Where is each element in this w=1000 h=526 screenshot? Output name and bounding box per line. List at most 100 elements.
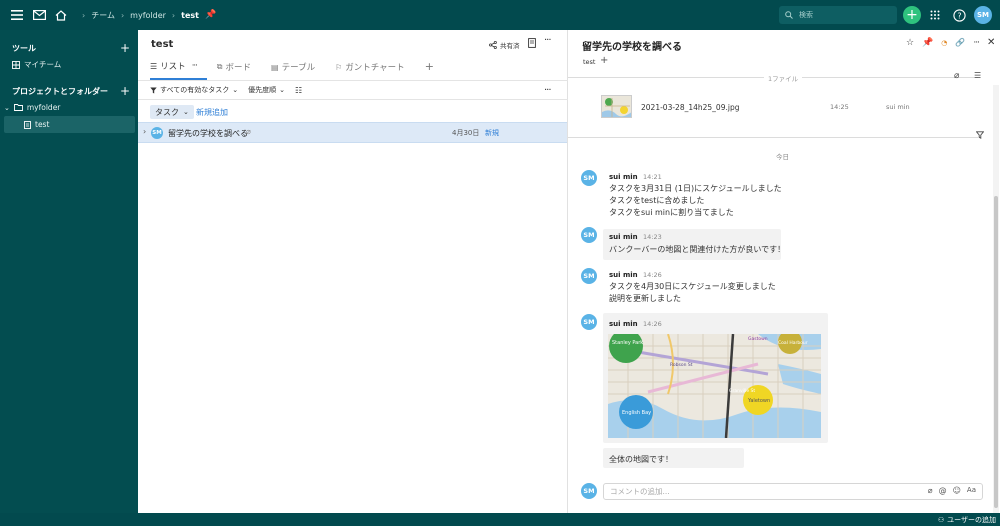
plus-icon: + <box>906 7 918 23</box>
map-label-stanley-park: Stanley Park <box>612 340 643 346</box>
project-icon <box>24 120 31 129</box>
file-thumbnail <box>601 95 632 118</box>
detail-header-actions: ☆ 📌 ◔ 🔗 ··· ✕ <box>906 37 995 48</box>
table-icon: ▤ <box>271 62 279 72</box>
new-task-link[interactable]: 新規追加 <box>196 107 228 118</box>
message-author[interactable]: sui min <box>609 173 638 181</box>
search-icon <box>785 11 793 19</box>
table-row[interactable]: › SM 留学先の学校を調べる ⌀ 4月30日 新規 <box>138 122 567 143</box>
avatar[interactable]: SM <box>581 268 597 284</box>
more-icon[interactable]: ··· <box>544 35 551 46</box>
search-input[interactable]: 検索 <box>779 6 897 24</box>
task-group-button[interactable]: タスク ⌄ <box>150 105 194 119</box>
message-author[interactable]: sui min <box>609 271 638 279</box>
view-tabs: ☰ リスト ··· ⧉ ボード ▤ テーブル ⚐ ガントチャート + <box>150 58 454 80</box>
message-author[interactable]: sui min <box>609 233 638 241</box>
due-date[interactable]: 4月30日 <box>452 128 479 138</box>
sort-label: 優先度順 <box>248 86 277 94</box>
message-line: バンクーバーの地図と関連付けた方が良いです！ <box>609 245 786 254</box>
breadcrumb-project[interactable]: test <box>181 11 199 20</box>
avatar[interactable]: SM <box>581 227 597 243</box>
projects-section-header: プロジェクトとフォルダー + <box>0 84 138 98</box>
attachment-icon: ⌀ <box>246 127 251 136</box>
board-icon: ⧉ <box>216 62 223 71</box>
status-badge[interactable]: 新規 <box>485 128 499 138</box>
task-detail-panel: 留学先の学校を調べる ☆ 📌 ◔ 🔗 ··· ✕ test + 1ファイル ⌀ … <box>568 30 1000 513</box>
sidebar-item-project[interactable]: test <box>4 116 135 133</box>
sidebar-item-label: test <box>35 120 50 129</box>
file-item[interactable]: 2021-03-28_14h25_09.jpg 14:25 sui min <box>601 95 931 120</box>
tab-board[interactable]: ⧉ ボード <box>217 58 261 80</box>
tab-label: テーブル <box>281 63 316 73</box>
scrollbar-thumb[interactable] <box>994 196 998 508</box>
map-label-gastown: Gastown <box>748 336 768 342</box>
breadcrumb-team[interactable]: チーム <box>91 10 115 21</box>
message-line: タスクを4月30日にスケジュール変更しました <box>609 282 776 291</box>
list-view-icon[interactable]: ☰ <box>974 71 981 80</box>
user-avatar[interactable]: SM <box>974 6 992 24</box>
map-image[interactable]: Stanley Park English Bay Robson St Granv… <box>608 334 821 438</box>
sidebar-item-folder[interactable]: ⌄ myfolder <box>4 103 60 112</box>
add-tool-icon[interactable]: + <box>120 41 130 55</box>
tag-chip[interactable]: test <box>583 58 595 66</box>
add-tag-icon[interactable]: + <box>600 55 608 66</box>
tab-options-icon[interactable]: ··· <box>192 61 198 71</box>
avatar[interactable]: SM <box>581 314 597 330</box>
avatar[interactable]: SM <box>581 170 597 186</box>
team-icon <box>12 60 20 69</box>
mail-icon[interactable] <box>28 4 50 26</box>
tab-list[interactable]: ☰ リスト ··· <box>150 58 207 80</box>
map-label-robson-st: Robson St <box>670 362 693 368</box>
add-user-icon[interactable]: ⚇ <box>938 516 944 524</box>
breadcrumb-folder[interactable]: myfolder <box>130 11 166 20</box>
help-icon[interactable]: ? <box>948 4 970 26</box>
sidebar-item-my-team[interactable]: マイチーム <box>12 59 61 70</box>
activity-divider <box>568 137 978 138</box>
attachment-icon[interactable]: ⌀ <box>954 71 959 81</box>
share-button[interactable]: 共有済 <box>489 40 520 50</box>
rss-icon[interactable]: ◔ <box>941 39 947 47</box>
home-icon[interactable] <box>50 4 72 26</box>
scrollbar-track[interactable] <box>993 85 999 513</box>
assignee-avatar: SM <box>151 127 163 139</box>
sort-dropdown[interactable]: 優先度順 ⌄ <box>248 85 285 95</box>
menu-icon[interactable] <box>6 4 28 26</box>
more-icon[interactable]: ··· <box>973 38 980 48</box>
filter-icon <box>150 87 157 93</box>
chevron-right-icon[interactable]: › <box>143 127 146 136</box>
link-icon[interactable]: 🔗 <box>955 38 965 47</box>
tab-gantt[interactable]: ⚐ ガントチャート <box>335 58 415 80</box>
tools-section-header: ツール + <box>0 41 138 55</box>
close-icon[interactable]: ✕ <box>987 37 995 48</box>
mention-icon[interactable]: @ <box>939 486 947 495</box>
file-name[interactable]: 2021-03-28_14h25_09.jpg <box>641 103 739 112</box>
chevron-down-icon: ⌄ <box>279 86 285 94</box>
emoji-icon[interactable]: ☺ <box>953 486 961 495</box>
apps-grid-icon[interactable] <box>924 4 946 26</box>
column-settings-icon[interactable]: ☷ <box>295 86 302 95</box>
task-title[interactable]: 留学先の学校を調べる <box>168 128 248 139</box>
message-time: 14:26 <box>643 271 662 279</box>
activity-filter-icon[interactable] <box>975 131 985 141</box>
map-label-yaletown: Yaletown <box>747 398 770 404</box>
pin-icon[interactable]: 📌 <box>922 38 933 48</box>
add-button[interactable]: + <box>903 6 921 24</box>
star-icon[interactable]: ☆ <box>906 38 914 48</box>
add-project-icon[interactable]: + <box>120 84 130 98</box>
attachment-icon[interactable]: ⌀ <box>928 486 933 495</box>
filter-dropdown[interactable]: すべての有効なタスク ⌄ <box>150 85 238 95</box>
comment-placeholder: コメントの追加... <box>610 487 670 496</box>
format-text-button[interactable]: Aa <box>967 486 976 495</box>
file-time: 14:25 <box>830 103 849 111</box>
task-detail-title[interactable]: 留学先の学校を調べる <box>582 38 682 53</box>
add-user-link[interactable]: ユーザーの追加 <box>947 515 996 525</box>
tab-table[interactable]: ▤ テーブル <box>271 58 325 80</box>
comment-input[interactable]: コメントの追加... ⌀ @ ☺ Aa <box>603 483 983 500</box>
document-icon[interactable] <box>528 38 536 50</box>
more-icon[interactable]: ··· <box>544 85 551 96</box>
map-label-english-bay: English Bay <box>622 410 651 416</box>
pin-icon[interactable]: 📌 <box>205 10 216 20</box>
breadcrumb: › チーム › myfolder › test 📌 <box>82 10 216 21</box>
message-author[interactable]: sui min <box>609 320 638 328</box>
add-view-button[interactable]: + <box>425 58 444 80</box>
